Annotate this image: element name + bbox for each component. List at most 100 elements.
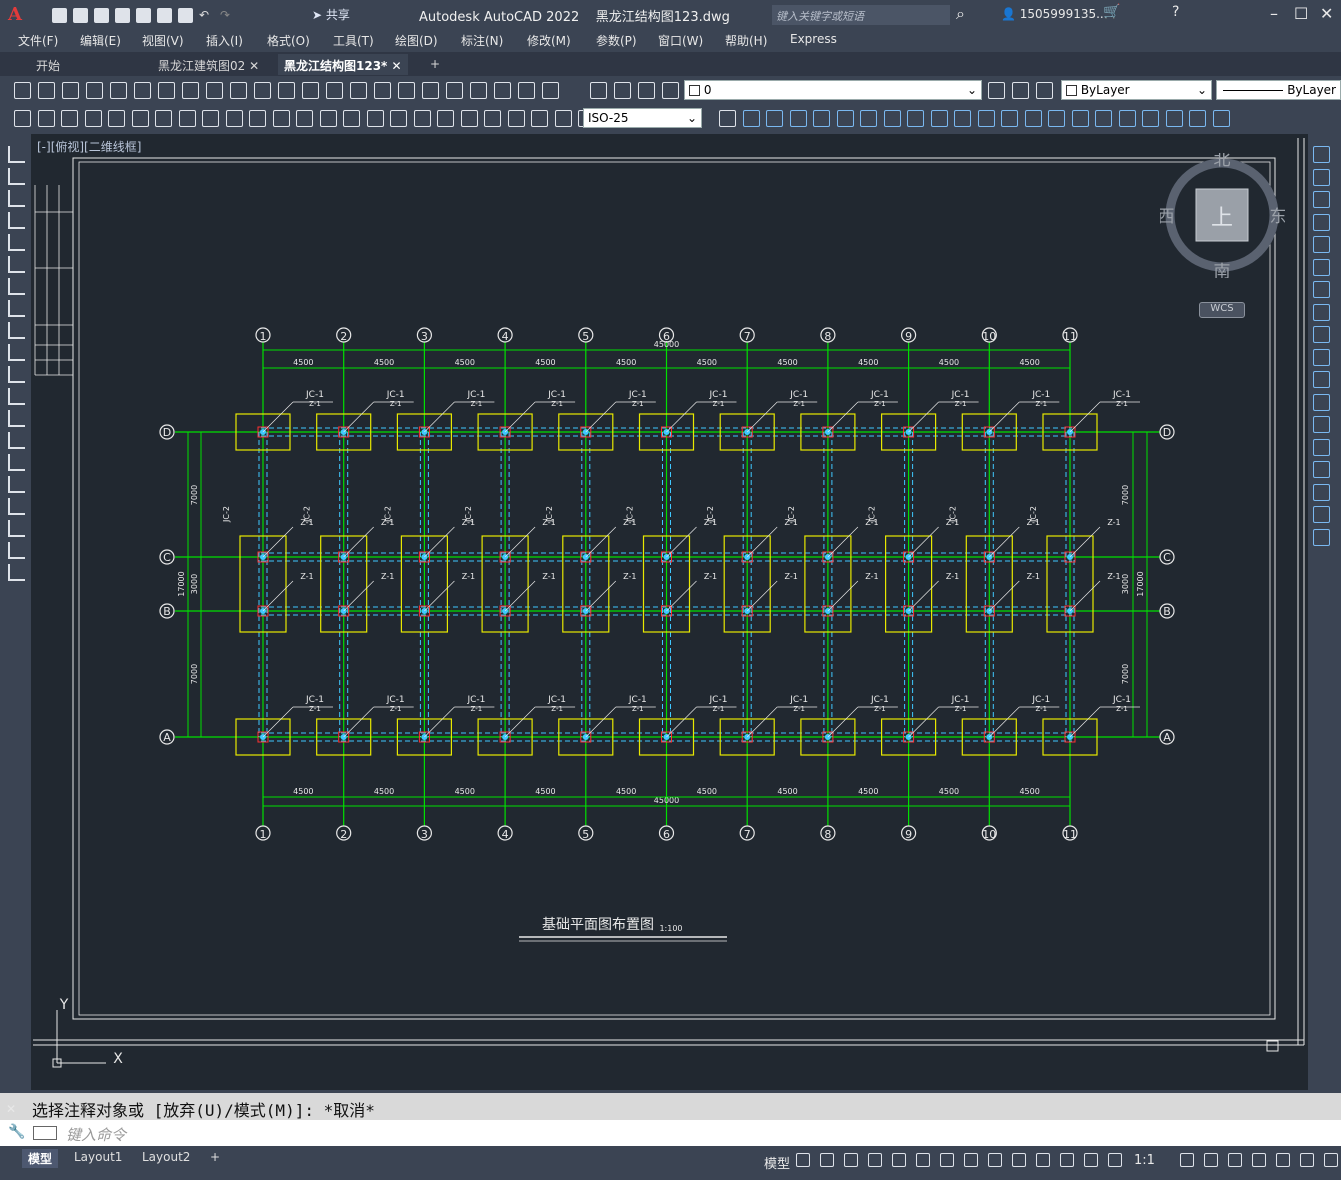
viewcube-west[interactable]: 西	[1160, 207, 1175, 227]
save-as-icon[interactable]	[115, 7, 130, 23]
layer-combo[interactable]: 0 ⌄	[684, 80, 982, 100]
maximize-icon[interactable]: ☐	[1294, 4, 1308, 23]
toolbar-tool-icon[interactable]	[518, 82, 535, 99]
command-input[interactable]: 键入命令	[66, 1124, 126, 1145]
help-icon[interactable]: ?	[1172, 4, 1179, 20]
modify-tool-icon[interactable]	[390, 110, 407, 127]
layer-tool-icon[interactable]	[1012, 82, 1029, 99]
modify-tool-icon[interactable]	[1313, 146, 1330, 163]
plot-icon[interactable]	[178, 7, 193, 23]
modify-tool-icon[interactable]	[977, 110, 995, 127]
modify-tool-icon[interactable]	[1313, 371, 1330, 388]
draw-tool-icon[interactable]	[8, 476, 25, 493]
status-toggle-icon[interactable]	[1036, 1153, 1050, 1167]
modify-tool-icon[interactable]	[1313, 281, 1330, 298]
modify-tool-icon[interactable]	[1313, 236, 1330, 253]
modify-tool-icon[interactable]	[1189, 110, 1206, 127]
modify-tool-icon[interactable]	[742, 110, 760, 127]
menu-item[interactable]: 格式(O)	[267, 32, 310, 49]
status-toggle-icon[interactable]	[1180, 1153, 1194, 1167]
modify-tool-icon[interactable]	[789, 110, 807, 127]
draw-tool-icon[interactable]	[8, 146, 25, 163]
toolbar-tool-icon[interactable]	[638, 82, 655, 99]
toolbar-tool-icon[interactable]	[254, 82, 271, 99]
wcs-menu[interactable]: WCS	[1199, 302, 1245, 318]
modify-tool-icon[interactable]	[907, 110, 924, 127]
modify-tool-icon[interactable]	[1313, 393, 1330, 411]
annotation-scale[interactable]: 1:1	[1134, 1153, 1155, 1168]
modify-tool-icon[interactable]	[1313, 258, 1330, 276]
draw-tool-icon[interactable]	[8, 366, 25, 383]
menu-item[interactable]: Express	[790, 32, 837, 46]
modify-tool-icon[interactable]	[1095, 110, 1112, 127]
add-layout-button[interactable]: +	[204, 1149, 226, 1165]
viewcube[interactable]: 上 北 南 西 东	[1160, 153, 1285, 278]
modify-tool-icon[interactable]	[296, 110, 313, 127]
status-toggle-icon[interactable]	[868, 1153, 882, 1167]
toolbar-tool-icon[interactable]	[206, 82, 223, 99]
cart-icon[interactable]: 🛒	[1103, 4, 1120, 20]
modify-tool-icon[interactable]	[155, 110, 172, 127]
modify-tool-icon[interactable]	[1313, 416, 1330, 433]
redo-icon[interactable]: ↷	[220, 8, 235, 23]
toolbar-tool-icon[interactable]	[614, 82, 631, 99]
toolbar-tool-icon[interactable]	[278, 82, 295, 99]
modify-tool-icon[interactable]	[460, 110, 478, 127]
status-toggle-icon[interactable]	[1060, 1153, 1074, 1167]
modify-tool-icon[interactable]	[37, 110, 55, 127]
toolbar-tool-icon[interactable]	[350, 82, 367, 99]
wrench-icon[interactable]: 🔧	[8, 1124, 25, 1140]
draw-tool-icon[interactable]	[8, 498, 25, 515]
layer-tool-icon[interactable]	[988, 82, 1005, 99]
status-toggle-icon[interactable]	[1300, 1153, 1314, 1167]
modify-tool-icon[interactable]	[319, 110, 337, 127]
menu-item[interactable]: 插入(I)	[206, 32, 243, 49]
modify-tool-icon[interactable]	[1313, 213, 1330, 231]
toolbar-tool-icon[interactable]	[590, 82, 607, 99]
drawing-canvas[interactable]: 1 1 2 2 3 3 4 4 5 5 6 6 7 7 8 8 9 9 10 10 11 11 D D C C B B A A 45000 4…	[31, 134, 1308, 1090]
layout-tab-layout2[interactable]: Layout2	[136, 1149, 196, 1165]
modify-tool-icon[interactable]	[1313, 303, 1330, 321]
save-icon[interactable]	[94, 7, 109, 23]
viewcube-north[interactable]: 北	[1214, 153, 1231, 170]
command-line[interactable]	[0, 1120, 1341, 1146]
tab-start[interactable]: 开始	[30, 54, 66, 75]
modify-tool-icon[interactable]	[836, 110, 854, 127]
toolbar-tool-icon[interactable]	[134, 82, 151, 99]
modify-tool-icon[interactable]	[1313, 483, 1330, 501]
modify-tool-icon[interactable]	[272, 110, 290, 127]
draw-tool-icon[interactable]	[8, 322, 25, 339]
modify-tool-icon[interactable]	[14, 110, 31, 127]
search-input[interactable]: 键入关键字或短语	[772, 5, 950, 25]
modify-tool-icon[interactable]	[1313, 528, 1330, 546]
modify-tool-icon[interactable]	[1313, 326, 1330, 343]
toolbar-tool-icon[interactable]	[182, 82, 199, 99]
modify-tool-icon[interactable]	[719, 110, 736, 127]
draw-tool-icon[interactable]	[8, 190, 25, 207]
modify-tool-icon[interactable]	[813, 110, 830, 127]
status-toggle-icon[interactable]	[820, 1153, 834, 1167]
status-toggle-icon[interactable]	[1228, 1153, 1242, 1167]
modify-tool-icon[interactable]	[1313, 438, 1330, 456]
linetype-combo[interactable]: ByLayer	[1216, 80, 1341, 100]
toolbar-tool-icon[interactable]	[542, 82, 559, 99]
draw-tool-icon[interactable]	[8, 388, 25, 405]
draw-tool-icon[interactable]	[8, 564, 25, 581]
viewcube-south[interactable]: 南	[1214, 262, 1231, 278]
modify-tool-icon[interactable]	[249, 110, 266, 127]
modify-tool-icon[interactable]	[507, 110, 525, 127]
menu-item[interactable]: 工具(T)	[333, 32, 374, 49]
layer-tool-icon[interactable]	[1036, 82, 1053, 99]
status-toggle-icon[interactable]	[916, 1153, 930, 1167]
modify-tool-icon[interactable]	[413, 110, 431, 127]
modify-tool-icon[interactable]	[1313, 168, 1330, 186]
user-account[interactable]: 👤 1505999135...	[1001, 7, 1108, 21]
draw-tool-icon[interactable]	[8, 234, 25, 251]
draw-tool-icon[interactable]	[8, 344, 25, 361]
save-web-icon[interactable]	[157, 7, 172, 23]
draw-tool-icon[interactable]	[8, 432, 25, 449]
draw-tool-icon[interactable]	[8, 168, 25, 185]
autocad-logo-icon[interactable]: A	[8, 4, 26, 25]
new-icon[interactable]	[52, 7, 67, 23]
toolbar-tool-icon[interactable]	[86, 82, 103, 99]
